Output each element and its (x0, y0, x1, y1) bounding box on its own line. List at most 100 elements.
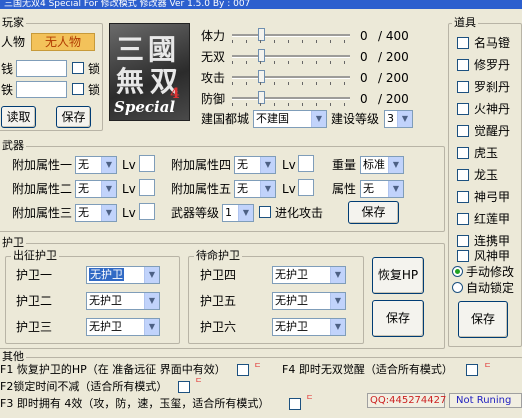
f1-hotkey-mark: ㄷ (254, 361, 262, 370)
weapon-attr-lv-input[interactable] (139, 155, 155, 172)
build-level-select[interactable]: 3 ▼ (384, 110, 413, 128)
restore-hp-button[interactable]: 恢复HP (372, 257, 424, 294)
money-label: 钱 (1, 62, 14, 76)
expedition-legend: 出征护卫 (11, 249, 59, 262)
lv-label: Lv (282, 158, 296, 172)
chevron-down-icon: ▼ (388, 181, 403, 197)
weapon-attr-select[interactable]: 无 ▼ (75, 204, 117, 222)
weight-select[interactable]: 标准 ▼ (360, 156, 404, 174)
item-label: 名马镫 (474, 36, 511, 50)
weapon-attr-lv-input[interactable] (139, 203, 155, 220)
chevron-down-icon: ▼ (397, 111, 412, 127)
chevron-down-icon: ▼ (238, 205, 253, 221)
stat-musou-slider[interactable] (232, 49, 350, 64)
stat-attack-value: 0 (360, 71, 368, 85)
chevron-down-icon: ▼ (101, 181, 116, 197)
f4-hotkey-label: F4 即时无双觉醒（适合所有模式） (282, 363, 453, 376)
guards-legend: 护卫 (0, 236, 26, 249)
stat-defense-slider[interactable] (232, 91, 350, 106)
guard-label: 护卫二 (16, 294, 53, 308)
guard-select[interactable]: 无护卫 ▼ (86, 266, 160, 284)
stat-hp-slider[interactable] (232, 28, 350, 43)
items-save-button[interactable]: 保存 (458, 301, 508, 338)
f2-hotkey-mark: ㄷ (195, 376, 203, 385)
money-input[interactable] (16, 60, 67, 77)
item-label: 风神甲 (474, 249, 511, 263)
item-checkbox[interactable] (457, 250, 469, 262)
f3-hotkey-label: F3 即时拥有 4效（攻，防，速，玉玺，适合所有模式） (0, 397, 270, 410)
guards-save-button[interactable]: 保存 (372, 300, 424, 337)
item-label: 火神丹 (474, 102, 511, 116)
guard-select[interactable]: 无护卫 ▼ (86, 292, 160, 310)
player-save-button[interactable]: 保存 (56, 106, 91, 128)
weapon-attr-select[interactable]: 无 ▼ (234, 180, 276, 198)
weapon-attr-select[interactable]: 无 ▼ (75, 156, 117, 174)
f4-hotkey-checkbox[interactable] (466, 364, 478, 376)
item-checkbox[interactable] (457, 125, 469, 137)
auto-lock-radio[interactable] (452, 282, 463, 293)
weapon-save-button[interactable]: 保存 (348, 201, 399, 224)
title-bar: 三国无双4 Special For 修改模式 修改器 Ver 1.5.0 By … (0, 0, 522, 9)
stat-musou-max: / 200 (378, 50, 409, 64)
item-checkbox[interactable] (457, 191, 469, 203)
lv-label: Lv (122, 158, 136, 172)
chevron-down-icon: ▼ (144, 267, 159, 283)
item-label: 罗刹丹 (474, 80, 511, 94)
read-button[interactable]: 读取 (1, 106, 36, 128)
player-legend: 玩家 (0, 16, 26, 29)
iron-lock-label: 锁 (88, 83, 101, 97)
evolve-attack-checkbox[interactable] (259, 206, 271, 218)
weapon-level-select[interactable]: 1 ▼ (222, 204, 254, 222)
weapon-legend: 武器 (0, 139, 26, 152)
weapon-attr-lv-input[interactable] (298, 179, 314, 196)
stat-musou-label: 无双 (201, 50, 226, 64)
stat-attack-slider[interactable] (232, 70, 350, 85)
stat-attack-max: / 200 (378, 71, 409, 85)
other-legend: 其他 (0, 350, 26, 363)
item-label: 连携甲 (474, 234, 511, 248)
guard-label: 护卫四 (200, 268, 237, 282)
stat-hp-value: 0 (360, 29, 368, 43)
element-select[interactable]: 无 ▼ (360, 180, 404, 198)
character-label: 人物 (1, 35, 26, 49)
weapon-attr-label: 附加属性二 (12, 182, 73, 196)
item-checkbox[interactable] (457, 169, 469, 181)
chevron-down-icon: ▼ (144, 293, 159, 309)
guard-select[interactable]: 无护卫 ▼ (86, 318, 160, 336)
stat-defense-max: / 200 (378, 92, 409, 106)
item-checkbox[interactable] (457, 59, 469, 71)
item-checkbox[interactable] (457, 81, 469, 93)
weapon-attr-select[interactable]: 无 ▼ (75, 180, 117, 198)
capital-city-select[interactable]: 不建国 ▼ (253, 110, 327, 128)
stat-attack-label: 攻击 (201, 71, 226, 85)
weapon-attr-lv-input[interactable] (139, 179, 155, 196)
f1-hotkey-label: F1 恢复护卫的HP（在 准备远征 界面中有效） (0, 363, 226, 376)
item-checkbox[interactable] (457, 147, 469, 159)
lv-label: Lv (122, 182, 136, 196)
item-checkbox[interactable] (457, 103, 469, 115)
iron-lock-checkbox[interactable] (72, 83, 84, 95)
money-lock-checkbox[interactable] (72, 62, 84, 74)
guard-label: 护卫六 (200, 320, 237, 334)
manual-mode-radio[interactable] (452, 266, 463, 277)
item-checkbox[interactable] (457, 37, 469, 49)
item-label: 神弓甲 (474, 190, 511, 204)
guard-select[interactable]: 无护卫 ▼ (272, 266, 346, 284)
item-label: 虎玉 (474, 146, 499, 160)
item-checkbox[interactable] (457, 213, 469, 225)
character-value: 无人物 (31, 33, 95, 51)
chevron-down-icon: ▼ (330, 267, 345, 283)
chevron-down-icon: ▼ (101, 205, 116, 221)
f3-hotkey-checkbox[interactable] (289, 398, 301, 410)
weapon-attr-label: 附加属性一 (12, 158, 73, 172)
guard-select[interactable]: 无护卫 ▼ (272, 318, 346, 336)
guard-select[interactable]: 无护卫 ▼ (272, 292, 346, 310)
iron-input[interactable] (16, 81, 67, 98)
f2-hotkey-checkbox[interactable] (178, 381, 190, 393)
weapon-attr-label: 附加属性三 (12, 206, 73, 220)
f4-hotkey-mark: ㄷ (484, 361, 492, 370)
item-checkbox[interactable] (457, 235, 469, 247)
weapon-attr-select[interactable]: 无 ▼ (234, 156, 276, 174)
f1-hotkey-checkbox[interactable] (237, 364, 249, 376)
weapon-attr-lv-input[interactable] (298, 155, 314, 172)
